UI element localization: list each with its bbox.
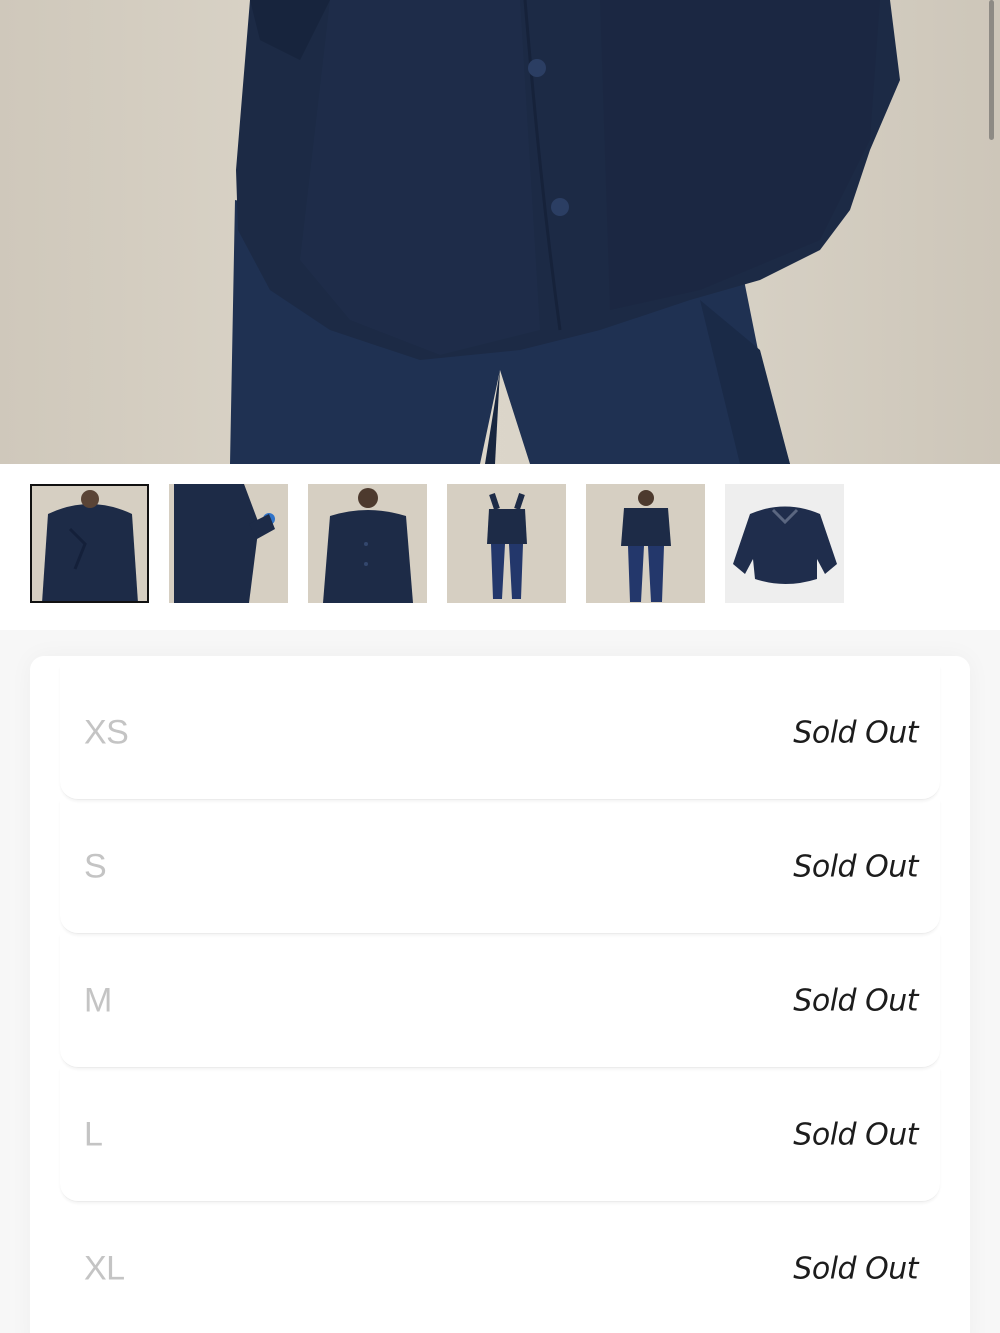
thumbnail-image [725,484,844,603]
availability-status: Sold Out [793,715,918,750]
size-option-m[interactable]: M Sold Out [60,934,940,1068]
size-option-xl[interactable]: XL Sold Out [60,1202,940,1333]
availability-status: Sold Out [793,1117,918,1152]
thumbnail-2[interactable] [169,484,288,603]
size-option-xs[interactable]: XS Sold Out [60,666,940,800]
size-label: S [84,847,107,885]
availability-status: Sold Out [793,849,918,884]
thumbnail-image [586,484,705,603]
size-option-s[interactable]: S Sold Out [60,800,940,934]
size-label: XL [84,1249,125,1288]
thumbnail-1[interactable] [30,484,149,603]
scrollbar[interactable] [989,0,994,140]
size-label: M [84,981,112,1019]
jacket-photo [230,0,900,464]
main-product-image[interactable] [0,0,1000,464]
thumbnail-image [308,484,427,603]
thumbnail-3[interactable] [308,484,427,603]
thumbnail-6[interactable] [725,484,844,603]
availability-status: Sold Out [793,1251,918,1287]
thumbnail-image [447,484,566,603]
thumbnail-4[interactable] [447,484,566,603]
thumbnail-5[interactable] [586,484,705,603]
size-label: XS [84,713,129,751]
availability-status: Sold Out [793,983,918,1018]
product-page: XS Sold Out S Sold Out M Sold Out L Sold… [0,0,1000,1333]
thumbnail-image [169,484,288,603]
size-label: L [84,1115,103,1153]
size-option-l[interactable]: L Sold Out [60,1068,940,1202]
thumbnail-image [30,484,149,603]
thumbnail-strip [0,464,1000,630]
size-selector: XS Sold Out S Sold Out M Sold Out L Sold… [30,656,970,1333]
